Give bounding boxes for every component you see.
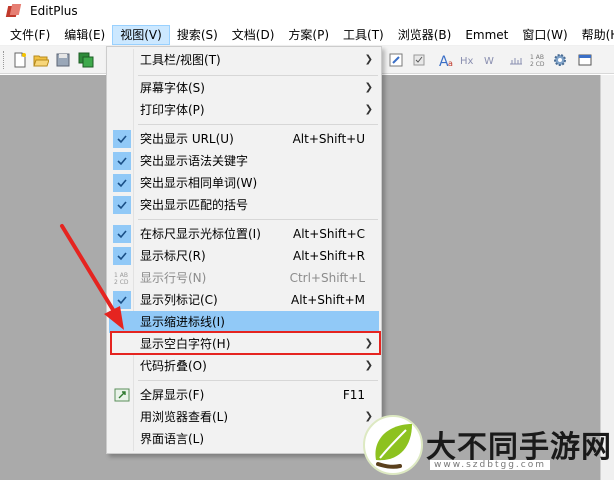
annotation-highlight-box: [110, 331, 381, 355]
menu-help[interactable]: 帮助(H): [575, 25, 614, 45]
svg-text:W: W: [484, 56, 494, 67]
open-folder-icon[interactable]: [33, 52, 49, 68]
settings-gear-icon[interactable]: [552, 52, 568, 68]
watermark: 大不同手游网 www.szdbtgg.com: [358, 410, 614, 480]
title-bar: EditPlus: [0, 0, 614, 22]
submenu-arrow-icon: ❯: [364, 82, 373, 93]
view-dropdown-menu: 工具栏/视图(T) ❯ 屏幕字体(S) ❯ 打印字体(P) ❯ 突出显示 URL…: [106, 46, 382, 454]
shortcut-label: Alt+Shift+C: [292, 227, 365, 241]
menu-item-highlight-url[interactable]: 突出显示 URL(U) Alt+Shift+U: [109, 128, 379, 150]
menu-tools[interactable]: 工具(T): [336, 25, 391, 45]
menu-window[interactable]: 窗口(W): [515, 25, 574, 45]
menu-bar: 文件(F) 编辑(E) 视图(V) 搜索(S) 文档(D) 方案(P) 工具(T…: [0, 24, 614, 46]
toolbar-grip[interactable]: [3, 51, 6, 69]
menu-browser[interactable]: 浏览器(B): [391, 25, 459, 45]
shortcut-label: Alt+Shift+R: [293, 249, 365, 263]
menu-item-highlight-keywords[interactable]: 突出显示语法关键字: [109, 150, 379, 172]
svg-text:1 AB: 1 AB: [530, 54, 544, 61]
font-icon[interactable]: Aa: [438, 52, 454, 68]
svg-text:1 AB: 1 AB: [114, 272, 128, 279]
menu-item-highlight-same-word[interactable]: 突出显示相同单词(W): [109, 172, 379, 194]
menu-item-code-folding[interactable]: 代码折叠(O) ❯: [109, 355, 379, 377]
menu-separator: [138, 219, 378, 220]
hex-icon[interactable]: Hx: [460, 52, 476, 68]
menu-search[interactable]: 搜索(S): [170, 25, 225, 45]
watermark-url: www.szdbtgg.com: [430, 460, 550, 470]
menu-item-view-in-browser[interactable]: 用浏览器查看(L) ❯: [109, 406, 379, 428]
checkmark-icon: [113, 174, 131, 192]
menu-item-ui-language[interactable]: 界面语言(L) ❯: [109, 428, 379, 450]
svg-text:Hx: Hx: [460, 56, 474, 67]
wordwrap-icon[interactable]: W: [484, 52, 500, 68]
fullscreen-icon: [114, 388, 130, 402]
checkmark-icon: [113, 152, 131, 170]
checkmark-icon: [113, 291, 131, 309]
shortcut-label: Alt+Shift+M: [291, 293, 365, 307]
submenu-arrow-icon: ❯: [364, 54, 373, 65]
editplus-logo-icon: [5, 3, 22, 19]
menu-edit[interactable]: 编辑(E): [57, 25, 112, 45]
menu-item-show-line-numbers[interactable]: 1 AB 2 CD 显示行号(N) Ctrl+Shift+L: [109, 267, 379, 289]
line-number-toolbar-icon[interactable]: 1 AB2 CD: [530, 52, 546, 68]
menu-file[interactable]: 文件(F): [3, 25, 57, 45]
menu-item-screen-font[interactable]: 屏幕字体(S) ❯: [109, 77, 379, 99]
save-icon[interactable]: [55, 52, 71, 68]
menu-separator: [138, 124, 378, 125]
spellcheck-icon[interactable]: [411, 52, 427, 68]
watermark-leaf-logo-icon: [363, 415, 423, 475]
submenu-arrow-icon: ❯: [364, 104, 373, 115]
menu-item-highlight-brackets[interactable]: 突出显示匹配的括号: [109, 194, 379, 216]
menu-item-print-font[interactable]: 打印字体(P) ❯: [109, 99, 379, 121]
window-title: EditPlus: [30, 4, 78, 18]
checkmark-icon: [113, 196, 131, 214]
shortcut-label: Ctrl+Shift+L: [289, 271, 365, 285]
svg-text:2 CD: 2 CD: [530, 61, 545, 68]
line-number-icon: 1 AB2 CD: [114, 272, 129, 286]
save-all-icon[interactable]: [78, 52, 94, 68]
checkmark-icon: [113, 225, 131, 243]
menu-item-ruler-cursor-position[interactable]: 在标尺显示光标位置(I) Alt+Shift+C: [109, 223, 379, 245]
ruler-icon[interactable]: [508, 52, 524, 68]
menu-item-toolbar-view[interactable]: 工具栏/视图(T) ❯: [109, 49, 379, 71]
checkmark-icon: [113, 247, 131, 265]
menu-separator: [138, 380, 378, 381]
menu-item-fullscreen[interactable]: 全屏显示(F) F11: [109, 384, 379, 406]
submenu-arrow-icon: ❯: [364, 360, 373, 371]
menu-document[interactable]: 文档(D): [225, 25, 282, 45]
checkmark-icon: [113, 130, 131, 148]
menu-item-show-indent-guides[interactable]: 显示缩进标线(I): [109, 311, 379, 333]
window-icon[interactable]: [577, 52, 593, 68]
shortcut-label: F11: [342, 388, 365, 402]
menu-item-show-ruler[interactable]: 显示标尺(R) Alt+Shift+R: [109, 245, 379, 267]
menu-view[interactable]: 视图(V): [112, 24, 170, 45]
svg-text:a: a: [448, 59, 453, 68]
menu-separator: [138, 75, 378, 76]
menu-item-show-column-marker[interactable]: 显示列标记(C) Alt+Shift+M: [109, 289, 379, 311]
svg-text:2 CD: 2 CD: [114, 279, 129, 286]
menu-emmet[interactable]: Emmet: [458, 25, 515, 45]
menu-project[interactable]: 方案(P): [281, 25, 336, 45]
shortcut-label: Alt+Shift+U: [292, 132, 365, 146]
new-file-icon[interactable]: [12, 52, 28, 68]
browser-icon[interactable]: [388, 52, 404, 68]
